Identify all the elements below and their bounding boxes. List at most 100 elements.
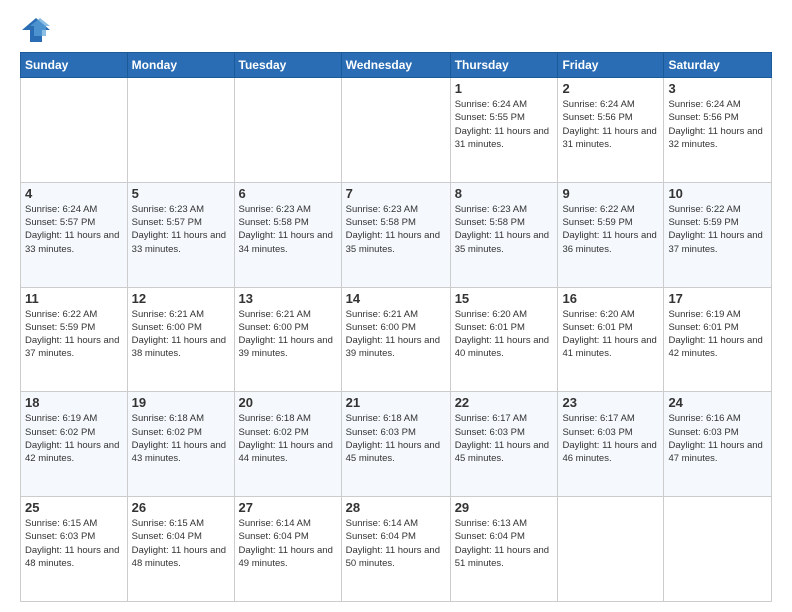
day-number: 4 bbox=[25, 186, 123, 201]
logo bbox=[20, 16, 56, 44]
day-info: Sunrise: 6:22 AM Sunset: 5:59 PM Dayligh… bbox=[562, 203, 659, 256]
week-row-4: 25Sunrise: 6:15 AM Sunset: 6:03 PM Dayli… bbox=[21, 497, 772, 602]
day-info: Sunrise: 6:24 AM Sunset: 5:56 PM Dayligh… bbox=[668, 98, 767, 151]
day-info: Sunrise: 6:15 AM Sunset: 6:03 PM Dayligh… bbox=[25, 517, 123, 570]
day-cell: 18 Sunrise: 6:19 AM Sunset: 6:02 PM Dayli… bbox=[21, 392, 128, 497]
day-number: 22 bbox=[455, 395, 554, 410]
header-cell-sunday: Sunday bbox=[21, 53, 128, 78]
day-info: Sunrise: 6:19 AM Sunset: 6:01 PM Dayligh… bbox=[668, 308, 767, 361]
day-cell: 13 Sunrise: 6:21 AM Sunset: 6:00 PM Dayli… bbox=[234, 287, 341, 392]
day-number: 21 bbox=[346, 395, 446, 410]
week-row-0: 1 Sunrise: 6:24 AM Sunset: 5:55 PM Daylig… bbox=[21, 78, 772, 183]
day-info: Sunrise: 6:23 AM Sunset: 5:57 PM Dayligh… bbox=[132, 203, 230, 256]
day-info: Sunrise: 6:24 AM Sunset: 5:57 PM Dayligh… bbox=[25, 203, 123, 256]
header-cell-tuesday: Tuesday bbox=[234, 53, 341, 78]
day-cell bbox=[558, 497, 664, 602]
day-number: 1 bbox=[455, 81, 554, 96]
day-info: Sunrise: 6:14 AM Sunset: 6:04 PM Dayligh… bbox=[346, 517, 446, 570]
week-row-2: 11 Sunrise: 6:22 AM Sunset: 5:59 PM Dayli… bbox=[21, 287, 772, 392]
day-number: 6 bbox=[239, 186, 337, 201]
calendar-table: SundayMondayTuesdayWednesdayThursdayFrid… bbox=[20, 52, 772, 602]
day-number: 2 bbox=[562, 81, 659, 96]
day-cell: 28 Sunrise: 6:14 AM Sunset: 6:04 PM Dayli… bbox=[341, 497, 450, 602]
day-cell: 12 Sunrise: 6:21 AM Sunset: 6:00 PM Dayli… bbox=[127, 287, 234, 392]
day-info: Sunrise: 6:16 AM Sunset: 6:03 PM Dayligh… bbox=[668, 412, 767, 465]
day-cell: 9Sunrise: 6:22 AM Sunset: 5:59 PM Daylig… bbox=[558, 182, 664, 287]
header-cell-friday: Friday bbox=[558, 53, 664, 78]
header-row: SundayMondayTuesdayWednesdayThursdayFrid… bbox=[21, 53, 772, 78]
day-info: Sunrise: 6:17 AM Sunset: 6:03 PM Dayligh… bbox=[562, 412, 659, 465]
day-cell bbox=[341, 78, 450, 183]
day-cell: 3 Sunrise: 6:24 AM Sunset: 5:56 PM Daylig… bbox=[664, 78, 772, 183]
day-number: 14 bbox=[346, 291, 446, 306]
day-number: 24 bbox=[668, 395, 767, 410]
day-info: Sunrise: 6:22 AM Sunset: 5:59 PM Dayligh… bbox=[668, 203, 767, 256]
day-number: 27 bbox=[239, 500, 337, 515]
header-cell-saturday: Saturday bbox=[664, 53, 772, 78]
day-info: Sunrise: 6:24 AM Sunset: 5:55 PM Dayligh… bbox=[455, 98, 554, 151]
day-info: Sunrise: 6:21 AM Sunset: 6:00 PM Dayligh… bbox=[346, 308, 446, 361]
day-number: 10 bbox=[668, 186, 767, 201]
day-info: Sunrise: 6:20 AM Sunset: 6:01 PM Dayligh… bbox=[455, 308, 554, 361]
day-info: Sunrise: 6:14 AM Sunset: 6:04 PM Dayligh… bbox=[239, 517, 337, 570]
day-cell: 7 Sunrise: 6:23 AM Sunset: 5:58 PM Daylig… bbox=[341, 182, 450, 287]
day-number: 23 bbox=[562, 395, 659, 410]
day-cell: 4 Sunrise: 6:24 AM Sunset: 5:57 PM Daylig… bbox=[21, 182, 128, 287]
calendar-header: SundayMondayTuesdayWednesdayThursdayFrid… bbox=[21, 53, 772, 78]
day-cell: 11 Sunrise: 6:22 AM Sunset: 5:59 PM Dayli… bbox=[21, 287, 128, 392]
header-cell-wednesday: Wednesday bbox=[341, 53, 450, 78]
day-number: 8 bbox=[455, 186, 554, 201]
day-info: Sunrise: 6:15 AM Sunset: 6:04 PM Dayligh… bbox=[132, 517, 230, 570]
day-number: 12 bbox=[132, 291, 230, 306]
day-cell: 23 Sunrise: 6:17 AM Sunset: 6:03 PM Dayli… bbox=[558, 392, 664, 497]
page: SundayMondayTuesdayWednesdayThursdayFrid… bbox=[0, 0, 792, 612]
day-number: 16 bbox=[562, 291, 659, 306]
day-info: Sunrise: 6:18 AM Sunset: 6:02 PM Dayligh… bbox=[132, 412, 230, 465]
day-cell bbox=[127, 78, 234, 183]
week-row-1: 4 Sunrise: 6:24 AM Sunset: 5:57 PM Daylig… bbox=[21, 182, 772, 287]
day-cell: 19 Sunrise: 6:18 AM Sunset: 6:02 PM Dayli… bbox=[127, 392, 234, 497]
day-info: Sunrise: 6:23 AM Sunset: 5:58 PM Dayligh… bbox=[239, 203, 337, 256]
day-number: 15 bbox=[455, 291, 554, 306]
day-cell: 21 Sunrise: 6:18 AM Sunset: 6:03 PM Dayli… bbox=[341, 392, 450, 497]
day-cell: 29 Sunrise: 6:13 AM Sunset: 6:04 PM Dayli… bbox=[450, 497, 558, 602]
day-info: Sunrise: 6:18 AM Sunset: 6:03 PM Dayligh… bbox=[346, 412, 446, 465]
day-cell: 16 Sunrise: 6:20 AM Sunset: 6:01 PM Dayli… bbox=[558, 287, 664, 392]
day-cell bbox=[664, 497, 772, 602]
day-cell: 2 Sunrise: 6:24 AM Sunset: 5:56 PM Daylig… bbox=[558, 78, 664, 183]
calendar-body: 1 Sunrise: 6:24 AM Sunset: 5:55 PM Daylig… bbox=[21, 78, 772, 602]
day-info: Sunrise: 6:24 AM Sunset: 5:56 PM Dayligh… bbox=[562, 98, 659, 151]
week-row-3: 18 Sunrise: 6:19 AM Sunset: 6:02 PM Dayli… bbox=[21, 392, 772, 497]
day-number: 5 bbox=[132, 186, 230, 201]
day-number: 17 bbox=[668, 291, 767, 306]
day-number: 13 bbox=[239, 291, 337, 306]
day-cell: 20Sunrise: 6:18 AM Sunset: 6:02 PM Dayli… bbox=[234, 392, 341, 497]
day-number: 3 bbox=[668, 81, 767, 96]
day-cell: 5 Sunrise: 6:23 AM Sunset: 5:57 PM Daylig… bbox=[127, 182, 234, 287]
day-cell: 6 Sunrise: 6:23 AM Sunset: 5:58 PM Daylig… bbox=[234, 182, 341, 287]
day-number: 28 bbox=[346, 500, 446, 515]
day-number: 19 bbox=[132, 395, 230, 410]
day-cell: 22Sunrise: 6:17 AM Sunset: 6:03 PM Dayli… bbox=[450, 392, 558, 497]
day-info: Sunrise: 6:20 AM Sunset: 6:01 PM Dayligh… bbox=[562, 308, 659, 361]
day-info: Sunrise: 6:21 AM Sunset: 6:00 PM Dayligh… bbox=[132, 308, 230, 361]
day-info: Sunrise: 6:13 AM Sunset: 6:04 PM Dayligh… bbox=[455, 517, 554, 570]
day-number: 20 bbox=[239, 395, 337, 410]
day-number: 26 bbox=[132, 500, 230, 515]
day-cell: 25Sunrise: 6:15 AM Sunset: 6:03 PM Dayli… bbox=[21, 497, 128, 602]
header-cell-monday: Monday bbox=[127, 53, 234, 78]
day-cell: 8 Sunrise: 6:23 AM Sunset: 5:58 PM Daylig… bbox=[450, 182, 558, 287]
day-info: Sunrise: 6:23 AM Sunset: 5:58 PM Dayligh… bbox=[346, 203, 446, 256]
header-cell-thursday: Thursday bbox=[450, 53, 558, 78]
day-info: Sunrise: 6:21 AM Sunset: 6:00 PM Dayligh… bbox=[239, 308, 337, 361]
day-number: 7 bbox=[346, 186, 446, 201]
day-info: Sunrise: 6:22 AM Sunset: 5:59 PM Dayligh… bbox=[25, 308, 123, 361]
day-cell: 24 Sunrise: 6:16 AM Sunset: 6:03 PM Dayli… bbox=[664, 392, 772, 497]
day-number: 29 bbox=[455, 500, 554, 515]
day-number: 11 bbox=[25, 291, 123, 306]
day-number: 18 bbox=[25, 395, 123, 410]
day-cell: 26 Sunrise: 6:15 AM Sunset: 6:04 PM Dayli… bbox=[127, 497, 234, 602]
day-cell: 14 Sunrise: 6:21 AM Sunset: 6:00 PM Dayli… bbox=[341, 287, 450, 392]
day-info: Sunrise: 6:19 AM Sunset: 6:02 PM Dayligh… bbox=[25, 412, 123, 465]
day-info: Sunrise: 6:23 AM Sunset: 5:58 PM Dayligh… bbox=[455, 203, 554, 256]
